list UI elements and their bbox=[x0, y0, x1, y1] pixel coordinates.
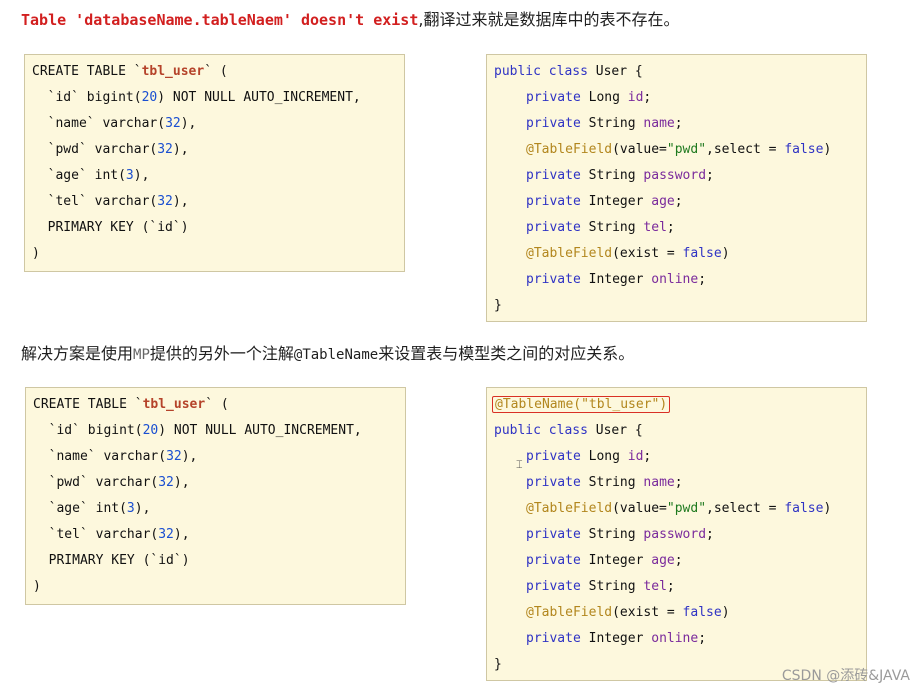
text-cursor-icon: ⌶ bbox=[516, 458, 523, 471]
java-code-block-2: @TableName("tbl_user") public class User… bbox=[486, 387, 867, 681]
error-description: Table 'databaseName.tableNaem' doesn't e… bbox=[21, 9, 679, 31]
sql-code-block-1: CREATE TABLE `tbl_user` ( `id` bigint(20… bbox=[24, 54, 405, 272]
error-explanation: ,翻译过来就是数据库中的表不存在。 bbox=[418, 10, 680, 29]
java-code-block-1: public class User { private Long id; pri… bbox=[486, 54, 867, 322]
table-name-annotation-highlight: @TableName("tbl_user") bbox=[492, 396, 671, 413]
solution-description: 解决方案是使用MP提供的另外一个注解@TableName来设置表与模型类之间的对… bbox=[21, 344, 635, 363]
sql-code-block-2: CREATE TABLE `tbl_user` ( `id` bigint(20… bbox=[25, 387, 406, 605]
error-message: Table 'databaseName.tableNaem' doesn't e… bbox=[21, 11, 419, 29]
watermark: CSDN @添砖&JAVA bbox=[781, 668, 910, 684]
